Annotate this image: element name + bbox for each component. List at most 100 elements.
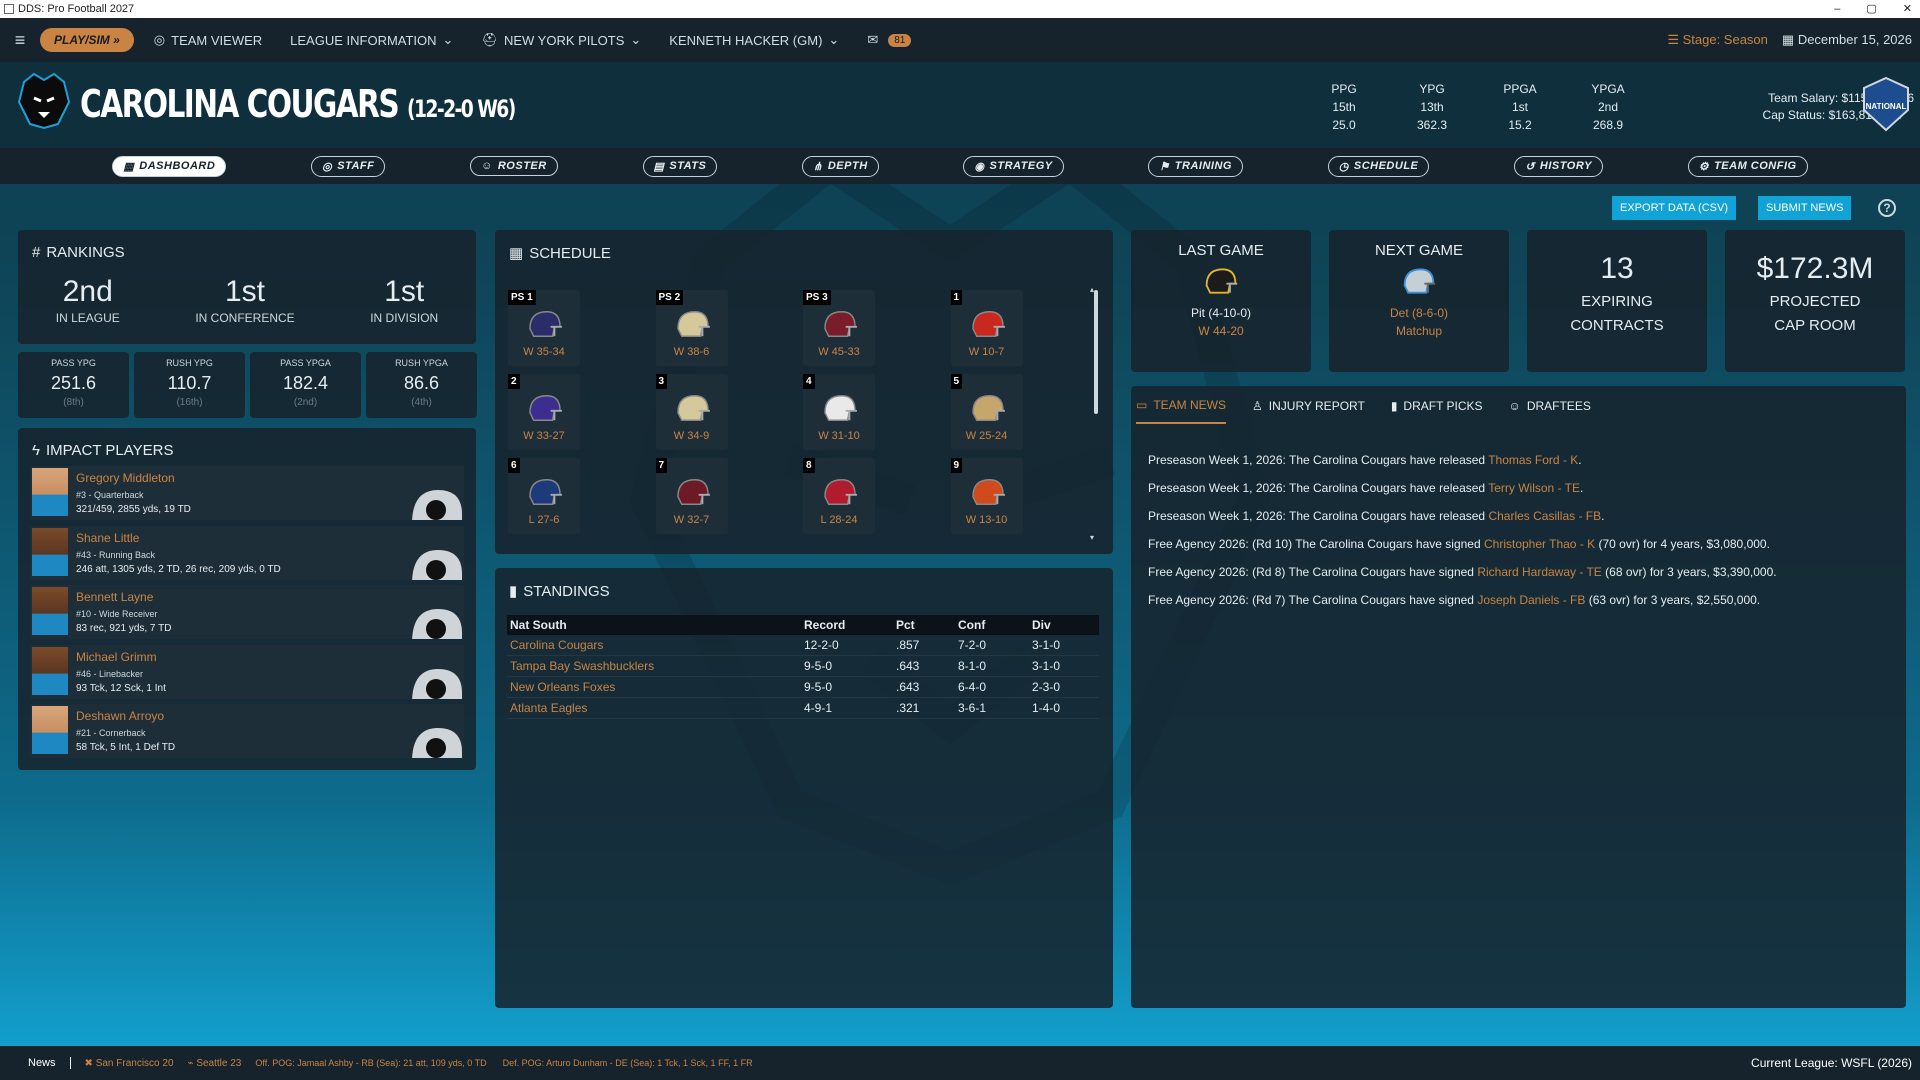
game-result[interactable]: W 31-10: [803, 430, 875, 442]
last-game-result[interactable]: W 44-20: [1131, 324, 1311, 338]
offensive-pog[interactable]: Off. POG: Jamaal Ashby - RB (Sea): 21 at…: [255, 1058, 486, 1068]
team-name-link[interactable]: Tampa Bay Swashbucklers: [507, 655, 801, 677]
schedule-game[interactable]: PS 1 W 35-34: [508, 290, 580, 366]
mini-stat-rank: (8th): [63, 397, 84, 408]
stat-value: 362.3: [1416, 118, 1448, 132]
close-icon[interactable]: ✕: [1903, 0, 1912, 18]
tab-history[interactable]: ↺ HISTORY: [1514, 155, 1603, 177]
schedule-game[interactable]: 7 W 32-7: [655, 458, 728, 534]
game-result[interactable]: W 35-34: [508, 346, 580, 358]
tab-strategy[interactable]: ◉ STRATEGY: [963, 155, 1064, 177]
player-avatar: [32, 587, 68, 635]
tab-schedule[interactable]: ◷ SCHEDULE: [1327, 155, 1430, 177]
expiring-contracts-card[interactable]: 13 EXPIRING CONTRACTS: [1527, 230, 1707, 372]
player-link[interactable]: Terry Wilson - TE: [1488, 481, 1580, 495]
player-link[interactable]: Christopher Thao - K: [1484, 537, 1595, 551]
standings-header: Nat South: [507, 615, 801, 635]
game-result[interactable]: W 32-7: [656, 514, 728, 526]
next-game-opponent[interactable]: Det (8-6-0): [1329, 306, 1509, 320]
tab-roster[interactable]: ☺ ROSTER: [470, 156, 558, 176]
impact-player-card[interactable]: Shane Little #43 - Running Back 246 att, 1…: [30, 525, 464, 580]
submit-news-button[interactable]: SUBMIT NEWS: [1758, 196, 1852, 220]
news-tab-draftees[interactable]: ☺ DRAFTEES: [1509, 398, 1591, 424]
user-team-dropdown[interactable]: ⛑ NEW YORK PILOTS ⌄: [481, 32, 641, 48]
team-name-link[interactable]: Atlanta Eagles: [507, 697, 801, 719]
ticker-score-home[interactable]: ✖ San Francisco 20: [85, 1058, 174, 1069]
schedule-scrollbar[interactable]: [1094, 290, 1098, 414]
schedule-game[interactable]: PS 3 W 45-33: [803, 290, 875, 366]
impact-players-title: IMPACT PLAYERS: [45, 442, 174, 459]
schedule-game[interactable]: 6 L 27-6: [508, 458, 580, 534]
ticker-score-away[interactable]: ⌁ Seattle 23: [188, 1058, 242, 1069]
impact-player-card[interactable]: Deshawn Arroyo #21 - Cornerback 58 Tck, 5 …: [30, 704, 464, 758]
team-name-link[interactable]: Carolina Cougars: [507, 635, 801, 656]
projected-cap-room-card[interactable]: $172.3M PROJECTED CAP ROOM: [1725, 230, 1905, 372]
tab-depth[interactable]: ⋔ DEPTH: [802, 155, 879, 177]
gm-dropdown[interactable]: KENNETH HACKER (GM) ⌄: [669, 32, 839, 48]
minimize-icon[interactable]: –: [1834, 0, 1840, 18]
game-result[interactable]: W 33-27: [508, 430, 580, 442]
tab-icon: ♙: [1252, 399, 1263, 413]
scroll-up-icon[interactable]: ▴: [1090, 285, 1094, 294]
schedule-game[interactable]: 1 W 10-7: [950, 290, 1023, 366]
game-result[interactable]: W 13-10: [951, 514, 1023, 526]
mail-button[interactable]: ✉ 81: [867, 32, 912, 48]
next-game-card[interactable]: NEXT GAME Det (8-6-0) Matchup: [1329, 230, 1509, 372]
standings-cell: .643: [893, 676, 955, 698]
scroll-down-icon[interactable]: ▾: [1090, 533, 1094, 542]
game-result[interactable]: W 45-33: [803, 346, 875, 358]
league-info-dropdown[interactable]: LEAGUE INFORMATION ⌄: [290, 32, 453, 48]
last-game-card[interactable]: LAST GAME Pit (4-10-0) W 44-20: [1131, 230, 1311, 372]
player-link[interactable]: Richard Hardaway - TE: [1477, 565, 1602, 579]
news-tab-injury-report[interactable]: ♙ INJURY REPORT: [1252, 398, 1365, 424]
game-result[interactable]: W 10-7: [951, 346, 1023, 358]
schedule-game[interactable]: 8 L 28-24: [803, 458, 875, 534]
tab-team-config[interactable]: ⚙ TEAM CONFIG: [1687, 155, 1808, 177]
game-result[interactable]: W 34-9: [656, 430, 728, 442]
schedule-game[interactable]: 5 W 25-24: [950, 374, 1023, 450]
news-tab-team-news[interactable]: ▭ TEAM NEWS: [1136, 398, 1227, 424]
play-sim-button[interactable]: PLAY/SIM »: [40, 28, 134, 52]
player-name-link[interactable]: Shane Little: [76, 531, 139, 545]
schedule-game[interactable]: PS 2 W 38-6: [655, 290, 728, 366]
menu-icon[interactable]: ≡: [0, 30, 40, 51]
impact-player-card[interactable]: Bennett Layne #10 - Wide Receiver 83 rec, …: [30, 585, 464, 639]
player-link[interactable]: Thomas Ford - K: [1488, 453, 1578, 467]
game-result[interactable]: L 28-24: [803, 514, 875, 526]
matchup-link[interactable]: Matchup: [1329, 324, 1509, 338]
schedule-game[interactable]: 4 W 31-10: [803, 374, 875, 450]
opponent-helmet-icon: [529, 311, 562, 337]
app-icon: [4, 4, 14, 14]
defensive-pog[interactable]: Def. POG: Arturo Dunham - DE (Sea): 1 Tc…: [503, 1058, 753, 1068]
tab-training[interactable]: ⚑ TRAINING: [1148, 155, 1243, 177]
player-name-link[interactable]: Bennett Layne: [76, 590, 153, 604]
tab-dashboard[interactable]: ▦ DASHBOARD: [112, 155, 227, 177]
impact-player-card[interactable]: Gregory Middleton #3 - Quarterback 321/459…: [30, 466, 464, 520]
team-name-link[interactable]: New Orleans Foxes: [507, 676, 801, 698]
schedule-game[interactable]: 3 W 34-9: [655, 374, 728, 450]
news-tab-draft-picks[interactable]: ▮ DRAFT PICKS: [1391, 398, 1483, 424]
stage-indicator[interactable]: ☰ Stage: Season: [1667, 32, 1768, 48]
player-link[interactable]: Joseph Daniels - FB: [1477, 593, 1585, 607]
game-result[interactable]: W 38-6: [656, 346, 728, 358]
tab-staff[interactable]: ◎ STAFF: [311, 155, 386, 177]
standings-cell: 3-1-0: [1029, 635, 1099, 656]
schedule-game[interactable]: 2 W 33-27: [508, 374, 580, 450]
player-link[interactable]: Charles Casillas - FB: [1488, 509, 1601, 523]
help-icon[interactable]: ?: [1878, 199, 1896, 217]
schedule-game[interactable]: 9 W 13-10: [950, 458, 1023, 534]
player-avatar: [32, 527, 68, 576]
player-name-link[interactable]: Michael Grimm: [76, 650, 157, 664]
maximize-icon[interactable]: ▢: [1866, 0, 1876, 18]
player-name-link[interactable]: Gregory Middleton: [76, 471, 175, 485]
table-row: Tampa Bay Swashbucklers 9-5-0.643 8-1-0 3-1…: [507, 655, 1099, 677]
player-name-link[interactable]: Deshawn Arroyo: [76, 709, 164, 723]
impact-player-card[interactable]: Michael Grimm #46 - Linebacker 93 Tck, 12 …: [30, 644, 464, 699]
export-data-button[interactable]: EXPORT DATA (CSV): [1612, 196, 1736, 220]
news-tabs: ▭ TEAM NEWS ♙ INJURY REPORT ▮ DRAFT PICKS ☺ DRA…: [1136, 398, 1591, 424]
tab-stats[interactable]: ▤ STATS: [642, 155, 718, 177]
game-result[interactable]: L 27-6: [508, 514, 580, 526]
opponent-helmet-icon: [824, 311, 857, 337]
team-viewer-link[interactable]: ◎ TEAM VIEWER: [154, 32, 262, 48]
game-result[interactable]: W 25-24: [951, 430, 1023, 442]
